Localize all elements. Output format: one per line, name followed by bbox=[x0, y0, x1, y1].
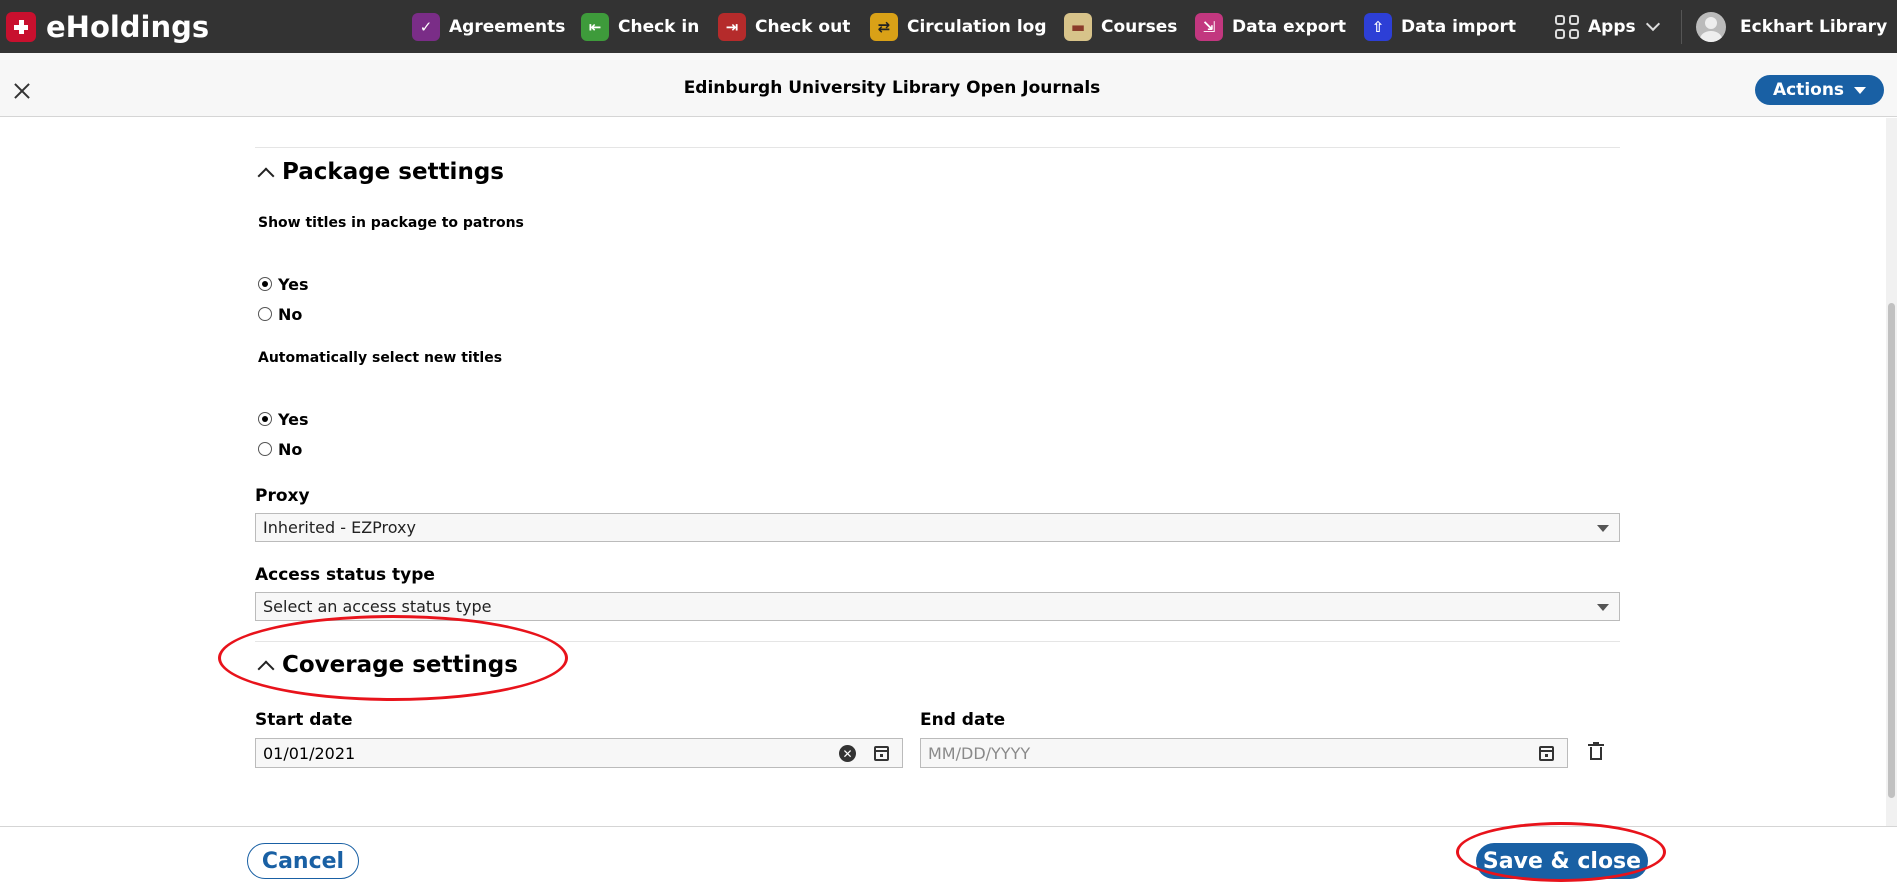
start-date-value: 01/01/2021 bbox=[263, 743, 356, 763]
apps-menu-button[interactable]: Apps bbox=[1555, 12, 1660, 42]
show-titles-yes-radio[interactable]: Yes bbox=[258, 274, 309, 294]
caret-down-icon bbox=[1597, 604, 1609, 611]
apps-menu-label: Apps bbox=[1588, 17, 1636, 37]
access-status-select[interactable]: Select an access status type bbox=[255, 592, 1620, 621]
brand-name: eHoldings bbox=[46, 10, 210, 44]
section-divider bbox=[255, 147, 1620, 148]
nav-app-data-import[interactable]: ⇧ Data import bbox=[1364, 12, 1516, 42]
actions-button[interactable]: Actions bbox=[1755, 75, 1884, 105]
nav-app-label: Check in bbox=[618, 17, 700, 37]
data-import-icon: ⇧ bbox=[1364, 13, 1392, 41]
section-title: Coverage settings bbox=[282, 652, 518, 678]
clear-icon[interactable]: ✕ bbox=[839, 745, 856, 762]
nav-app-courses[interactable]: ▬ Courses bbox=[1064, 12, 1177, 42]
calendar-icon[interactable] bbox=[1539, 746, 1554, 761]
actions-label: Actions bbox=[1772, 80, 1845, 100]
end-date-input[interactable]: MM/DD/YYYY bbox=[920, 738, 1568, 768]
chevron-up-icon bbox=[257, 167, 275, 185]
proxy-label: Proxy bbox=[255, 486, 310, 506]
show-titles-label: Show titles in package to patrons bbox=[258, 215, 524, 231]
section-title: Package settings bbox=[282, 159, 504, 185]
circulation-log-icon: ⇄ bbox=[870, 13, 898, 41]
nav-app-agreements[interactable]: ✓ Agreements bbox=[412, 12, 565, 42]
apps-grid-icon bbox=[1555, 15, 1579, 39]
nav-app-label: Data import bbox=[1401, 17, 1516, 37]
caret-down-icon bbox=[1854, 86, 1867, 94]
nav-app-check-in[interactable]: ⇤ Check in bbox=[581, 12, 699, 42]
radio-label: Yes bbox=[278, 274, 309, 294]
brand[interactable]: eHoldings bbox=[6, 10, 209, 44]
agreements-icon: ✓ bbox=[412, 13, 440, 41]
radio-label: Yes bbox=[278, 409, 309, 429]
nav-app-circulation-log[interactable]: ⇄ Circulation log bbox=[870, 12, 1047, 42]
folio-logo-icon bbox=[6, 12, 36, 42]
show-titles-no-radio[interactable]: No bbox=[258, 304, 302, 324]
scroll-thumb[interactable] bbox=[1888, 303, 1895, 798]
cancel-button[interactable]: Cancel bbox=[247, 843, 359, 879]
radio-label: No bbox=[278, 304, 303, 324]
radio-button[interactable] bbox=[258, 442, 272, 456]
user-label: Eckhart Library bbox=[1740, 17, 1888, 37]
courses-icon: ▬ bbox=[1064, 13, 1092, 41]
nav-app-label: Circulation log bbox=[907, 17, 1047, 37]
check-out-icon: ⇥ bbox=[718, 13, 746, 41]
radio-button[interactable] bbox=[258, 307, 272, 321]
chevron-up-icon bbox=[257, 660, 275, 678]
access-status-placeholder: Select an access status type bbox=[263, 597, 492, 616]
radio-button-checked[interactable] bbox=[258, 412, 272, 426]
nav-divider bbox=[1681, 10, 1682, 44]
end-date-label: End date bbox=[920, 710, 1006, 730]
auto-select-label: Automatically select new titles bbox=[258, 350, 503, 366]
package-settings-header[interactable]: Package settings bbox=[256, 157, 504, 187]
caret-down-icon bbox=[1597, 525, 1609, 532]
start-date-input[interactable]: 01/01/2021 ✕ bbox=[255, 738, 903, 768]
end-date-placeholder: MM/DD/YYYY bbox=[928, 743, 1031, 763]
section-divider bbox=[255, 641, 1620, 642]
chevron-down-icon bbox=[1645, 16, 1660, 32]
save-close-button[interactable]: Save & close bbox=[1476, 843, 1648, 879]
proxy-select[interactable]: Inherited - EZProxy bbox=[255, 513, 1620, 542]
data-export-icon: ⇲ bbox=[1195, 13, 1223, 41]
top-navigation: eHoldings ✓ Agreements ⇤ Check in ⇥ Chec… bbox=[0, 0, 1897, 53]
coverage-settings-header[interactable]: Coverage settings bbox=[256, 650, 518, 680]
nav-app-label: Agreements bbox=[449, 17, 566, 37]
proxy-value: Inherited - EZProxy bbox=[263, 518, 416, 537]
nav-app-label: Data export bbox=[1232, 17, 1346, 37]
nav-app-label: Courses bbox=[1101, 17, 1178, 37]
scrollbar[interactable] bbox=[1886, 118, 1897, 826]
auto-select-yes-radio[interactable]: Yes bbox=[258, 409, 309, 429]
radio-button-checked[interactable] bbox=[258, 277, 272, 291]
trash-icon[interactable] bbox=[1588, 742, 1604, 760]
auto-select-no-radio[interactable]: No bbox=[258, 439, 302, 459]
nav-app-data-export[interactable]: ⇲ Data export bbox=[1195, 12, 1346, 42]
start-date-label: Start date bbox=[255, 710, 353, 730]
page-title: Edinburgh University Library Open Journa… bbox=[683, 78, 1101, 98]
check-in-icon: ⇤ bbox=[581, 13, 609, 41]
calendar-icon[interactable] bbox=[874, 746, 889, 761]
user-menu-button[interactable]: Eckhart Library bbox=[1696, 12, 1897, 42]
avatar bbox=[1696, 12, 1726, 42]
radio-label: No bbox=[278, 439, 303, 459]
nav-app-label: Check out bbox=[755, 17, 851, 37]
nav-app-check-out[interactable]: ⇥ Check out bbox=[718, 12, 850, 42]
access-status-label: Access status type bbox=[255, 565, 435, 585]
